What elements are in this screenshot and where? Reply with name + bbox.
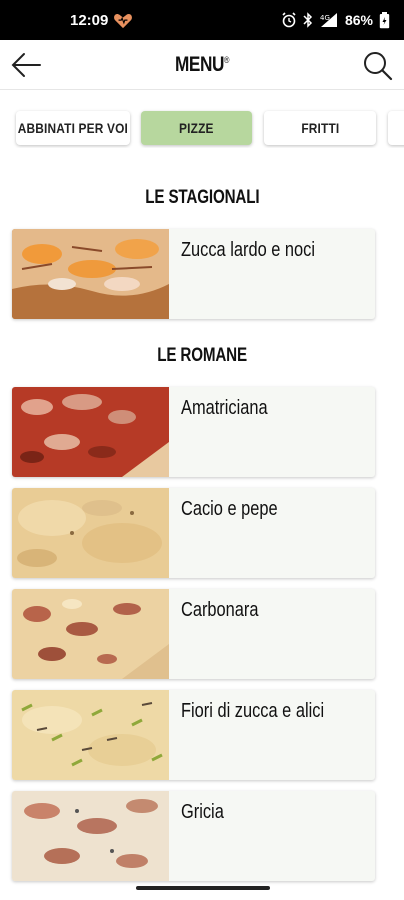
menu-item-card[interactable]: Zucca lardo e noci xyxy=(12,229,375,319)
signal-icon: 4G xyxy=(320,13,337,27)
tab-abbinati-per-voi[interactable]: ABBINATI PER VOI xyxy=(16,111,130,145)
status-bar: 12:09 4G 86% xyxy=(0,0,404,40)
fiori-zucca-pizza-photo xyxy=(12,690,169,780)
menu-item-name: Zucca lardo e noci xyxy=(181,239,316,261)
menu-item-card[interactable]: Carbonara xyxy=(12,589,375,679)
menu-item-card[interactable]: Amatriciana xyxy=(12,387,375,477)
search-icon[interactable] xyxy=(362,50,394,82)
menu-item-name: Gricia xyxy=(181,801,224,823)
tab-next-partial[interactable] xyxy=(388,111,404,145)
svg-text:4G: 4G xyxy=(320,14,330,22)
menu-item-name: Fiori di zucca e alici xyxy=(181,700,325,722)
app-header: MENU® xyxy=(0,40,404,90)
gricia-pizza-photo xyxy=(12,791,169,881)
menu-item-name: Amatriciana xyxy=(181,397,268,419)
tab-pizze[interactable]: PIZZE xyxy=(141,111,252,145)
gesture-nav-handle[interactable] xyxy=(136,886,270,890)
menu-item-card[interactable]: Cacio e pepe xyxy=(12,488,375,578)
category-tabs: ABBINATI PER VOI PIZZE FRITTI xyxy=(0,108,404,148)
heart-icon xyxy=(114,13,132,29)
menu-item-card[interactable]: Fiori di zucca e alici xyxy=(12,690,375,780)
battery-level: 86% xyxy=(344,12,373,28)
section-title: LE STAGIONALI xyxy=(144,187,260,208)
status-time: 12:09 xyxy=(70,12,109,29)
alarm-icon xyxy=(282,12,296,28)
cacio-pepe-pizza-photo xyxy=(12,488,169,578)
menu-item-card[interactable]: Gricia xyxy=(12,791,375,881)
menu-item-name: Carbonara xyxy=(181,599,259,621)
bluetooth-icon xyxy=(303,12,313,28)
page-title: MENU® xyxy=(174,53,230,76)
status-icons: 4G 86% xyxy=(281,10,390,30)
carbonara-pizza-photo xyxy=(12,589,169,679)
section-title: LE ROMANE xyxy=(157,345,247,366)
menu-item-name: Cacio e pepe xyxy=(181,498,278,520)
pumpkin-pizza-photo xyxy=(12,229,169,319)
battery-icon xyxy=(379,11,390,28)
tab-fritti[interactable]: FRITTI xyxy=(264,111,376,145)
amatriciana-pizza-photo xyxy=(12,387,169,477)
